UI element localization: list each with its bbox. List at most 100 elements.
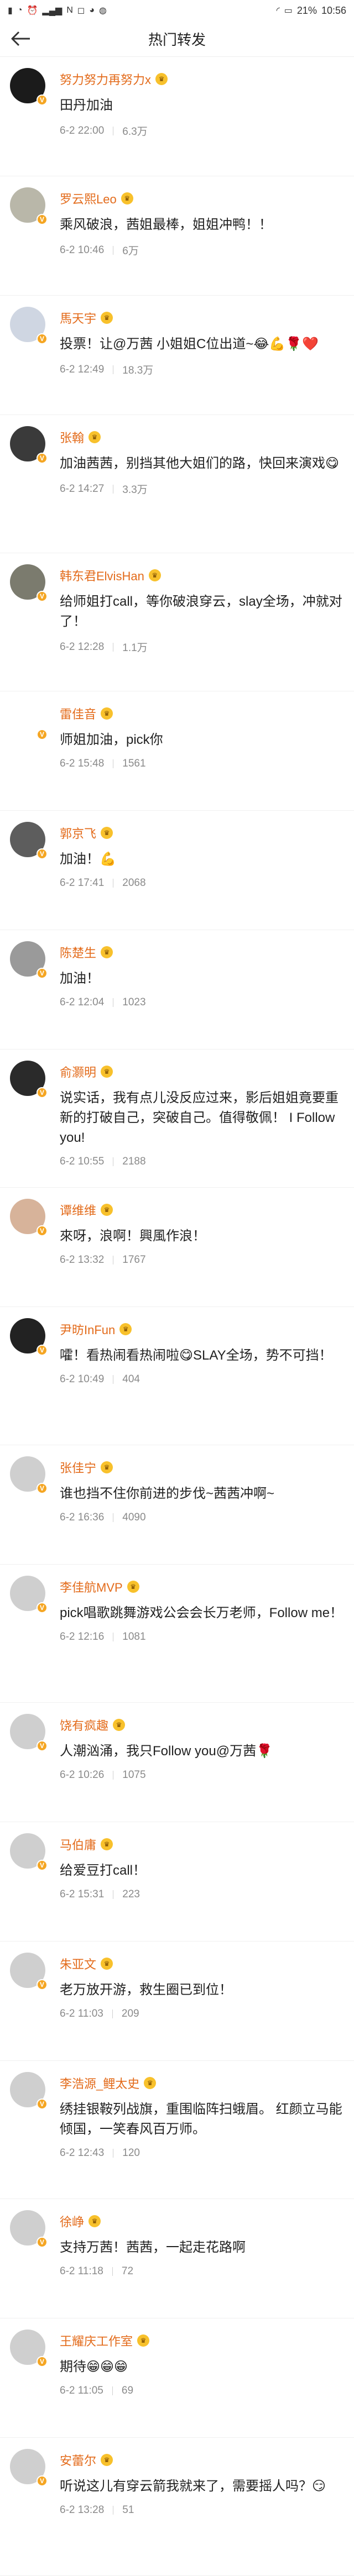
- user-name[interactable]: 韩东君ElvisHan: [60, 566, 144, 584]
- repost-item[interactable]: V 马伯庸 ♛ 给爱豆打call！ 6-2 15:31 223: [0, 1822, 354, 1942]
- repost-item[interactable]: V 王耀庆工作室 ♛ 期待😁😁😁 6-2 11:05 69: [0, 2318, 354, 2438]
- name-row: 俞灏明 ♛: [60, 1063, 344, 1080]
- repost-text: 听说这儿有穿云箭我就来了，需要摇人吗？😏: [60, 2479, 326, 2494]
- avatar-wrap[interactable]: V: [10, 2072, 49, 2111]
- avatar-wrap[interactable]: V: [10, 68, 49, 107]
- crown-icon: ♛: [101, 707, 113, 720]
- user-name[interactable]: 安蕾尔: [60, 2451, 96, 2469]
- repost-meta: 6-2 22:00 6.3万: [60, 123, 344, 138]
- user-name[interactable]: 陈楚生: [60, 943, 96, 961]
- verified-badge-icon: V: [37, 968, 48, 979]
- repost-item[interactable]: V 尹昉InFun ♛ 嚯！看热闹看热闹啦😋SLAY全场，势不可挡！ 6-2 1…: [0, 1307, 354, 1445]
- repost-text: 加油茜茜，别挡其他大姐们的路，快回来演戏😋: [60, 456, 340, 471]
- repost-item[interactable]: V 徐峥 ♛ 支持万茜！茜茜，一起走花路啊 6-2 11:18 72: [0, 2199, 354, 2318]
- repost-text: 给师姐打call，等你破浪穿云，slay全场，冲就对了！: [60, 594, 342, 629]
- repost-item[interactable]: V 雷佳音 ♛ 师姐加油，pick你 6-2 15:48 1561: [0, 691, 354, 811]
- repost-item[interactable]: V 罗云熙Leo ♛ 乘风破浪，茜姐最棒，姐姐冲鸭！！ 6-2 10:46 6万: [0, 176, 354, 296]
- avatar-wrap[interactable]: V: [10, 702, 49, 741]
- repost-time: 6-2 12:16: [60, 1631, 105, 1643]
- repost-item[interactable]: V 努力努力再努力x ♛ 田丹加油 6-2 22:00 6.3万: [0, 57, 354, 176]
- avatar-wrap[interactable]: V: [10, 564, 49, 603]
- user-name[interactable]: 张佳宁: [60, 1458, 96, 1476]
- repost-time: 6-2 10:26: [60, 1769, 105, 1781]
- avatar-wrap[interactable]: V: [10, 426, 49, 465]
- name-row: 王耀庆工作室 ♛: [60, 2332, 344, 2349]
- page-header: 热门转发: [0, 21, 354, 57]
- repost-item[interactable]: V 郭京飞 ♛ 加油！💪 6-2 17:41 2068: [0, 811, 354, 930]
- avatar-wrap[interactable]: V: [10, 1318, 49, 1357]
- avatar-wrap[interactable]: V: [10, 1714, 49, 1753]
- repost-item[interactable]: V 李浩源_鲤太史 ♛ 绣挂银鞍列战旗，重围临阵扫蛾眉。 红颜立马能倾国，一笑春…: [0, 2061, 354, 2199]
- repost-text: 谁也挡不住你前进的步伐~茜茜冲啊~: [60, 1486, 275, 1501]
- avatar-wrap[interactable]: V: [10, 1456, 49, 1495]
- user-name[interactable]: 张翰: [60, 428, 84, 446]
- repost-time: 6-2 11:05: [60, 2385, 103, 2396]
- repost-meta: 6-2 11:18 72: [60, 2265, 344, 2278]
- user-name[interactable]: 徐峥: [60, 2212, 84, 2230]
- crown-icon: ♛: [148, 569, 161, 581]
- user-name[interactable]: 马伯庸: [60, 1835, 96, 1853]
- crown-icon: ♛: [101, 827, 113, 839]
- repost-item[interactable]: V 韩东君ElvisHan ♛ 给师姐打call，等你破浪穿云，slay全场，冲…: [0, 553, 354, 691]
- repost-item[interactable]: V 饶有疯趣 ♛ 人潮汹涌，我只Follow you@万茜🌹 6-2 10:26…: [0, 1703, 354, 1822]
- repost-count: 1.1万: [122, 642, 148, 654]
- avatar-wrap[interactable]: V: [10, 187, 49, 226]
- repost-time: 6-2 15:48: [60, 758, 105, 769]
- user-name[interactable]: 雷佳音: [60, 705, 96, 722]
- repost-item[interactable]: V 朱亚文 ♛ 老万放开游，救生圈已到位！ 6-2 11:03 209: [0, 1942, 354, 2061]
- repost-count: 4090: [122, 1512, 146, 1523]
- crown-icon: ♛: [127, 1581, 139, 1593]
- avatar-wrap[interactable]: V: [10, 941, 49, 980]
- avatar-wrap[interactable]: V: [10, 1833, 49, 1872]
- repost-time: 6-2 11:18: [60, 2265, 103, 2277]
- name-row: 郭京飞 ♛: [60, 824, 344, 842]
- name-row: 朱亚文 ♛: [60, 1955, 344, 1972]
- repost-count: 3.3万: [122, 484, 148, 496]
- avatar-wrap[interactable]: V: [10, 2330, 49, 2368]
- repost-item[interactable]: V 张翰 ♛ 加油茜茜，别挡其他大姐们的路，快回来演戏😋 6-2 14:27 3…: [0, 415, 354, 553]
- repost-content: 罗云熙Leo ♛ 乘风破浪，茜姐最棒，姐姐冲鸭！！ 6-2 10:46 6万: [60, 187, 344, 295]
- repost-content: 安蕾尔 ♛ 听说这儿有穿云箭我就来了，需要摇人吗？😏 6-2 13:28 51: [60, 2449, 344, 2575]
- user-name[interactable]: 尹昉InFun: [60, 1320, 115, 1338]
- wifi-icon: ◔: [17, 6, 23, 15]
- repost-item[interactable]: V 李佳航MVP ♛ pick唱歌跳舞游戏公会会长万老师，Follow me！ …: [0, 1565, 354, 1703]
- repost-meta: 6-2 13:32 1767: [60, 1254, 344, 1266]
- repost-item[interactable]: V 馬天宇 ♛ 投票！让@万茜 小姐姐C位出道~😂💪🌹❤️ 6-2 12:49 …: [0, 296, 354, 415]
- user-name[interactable]: 俞灏明: [60, 1063, 96, 1080]
- avatar-wrap[interactable]: V: [10, 1953, 49, 1991]
- avatar-wrap[interactable]: V: [10, 2210, 49, 2249]
- avatar-wrap[interactable]: V: [10, 1061, 49, 1099]
- crown-icon: ♛: [101, 1461, 113, 1473]
- user-name[interactable]: 李浩源_鲤太史: [60, 2074, 139, 2092]
- user-name[interactable]: 李佳航MVP: [60, 1578, 123, 1596]
- verified-badge-icon: V: [37, 848, 48, 859]
- repost-item[interactable]: V 安蕾尔 ♛ 听说这儿有穿云箭我就来了，需要摇人吗？😏 6-2 13:28 5…: [0, 2438, 354, 2576]
- user-name[interactable]: 郭京飞: [60, 824, 96, 842]
- repost-time: 6-2 12:43: [60, 2147, 105, 2159]
- avatar-wrap[interactable]: V: [10, 307, 49, 345]
- repost-item[interactable]: V 陈楚生 ♛ 加油！ 6-2 12:04 1023: [0, 930, 354, 1050]
- repost-item[interactable]: V 俞灏明 ♛ 说实话，我有点儿没反应过来，影后姐姐竟要重新的打破自己，突破自己…: [0, 1050, 354, 1188]
- crown-icon: ♛: [144, 2077, 157, 2089]
- repost-meta: 6-2 10:46 6万: [60, 243, 344, 258]
- user-name[interactable]: 谭维维: [60, 1201, 96, 1219]
- user-name[interactable]: 罗云熙Leo: [60, 190, 117, 207]
- avatar-wrap[interactable]: V: [10, 1576, 49, 1614]
- user-name[interactable]: 馬天宇: [60, 309, 96, 327]
- repost-item[interactable]: V 谭维维 ♛ 來呀，浪啊！興風作浪！ 6-2 13:32 1767: [0, 1188, 354, 1307]
- repost-content: 饶有疯趣 ♛ 人潮汹涌，我只Follow you@万茜🌹 6-2 10:26 1…: [60, 1714, 344, 1822]
- avatar-wrap[interactable]: V: [10, 1199, 49, 1237]
- user-name[interactable]: 饶有疯趣: [60, 1716, 108, 1734]
- repost-meta: 6-2 15:31 223: [60, 1888, 344, 1901]
- verified-badge-icon: V: [37, 591, 48, 602]
- user-name[interactable]: 朱亚文: [60, 1955, 96, 1972]
- repost-meta: 6-2 11:05 69: [60, 2385, 344, 2397]
- repost-text: 支持万茜！茜茜，一起走花路啊: [60, 2240, 246, 2255]
- back-arrow-icon[interactable]: [10, 30, 32, 48]
- user-name[interactable]: 王耀庆工作室: [60, 2332, 133, 2349]
- avatar-wrap[interactable]: V: [10, 822, 49, 861]
- crown-icon: ♛: [101, 1958, 113, 1970]
- avatar-wrap[interactable]: V: [10, 2449, 49, 2488]
- repost-item[interactable]: V 张佳宁 ♛ 谁也挡不住你前进的步伐~茜茜冲啊~ 6-2 16:36 4090: [0, 1445, 354, 1565]
- user-name[interactable]: 努力努力再努力x: [60, 70, 151, 88]
